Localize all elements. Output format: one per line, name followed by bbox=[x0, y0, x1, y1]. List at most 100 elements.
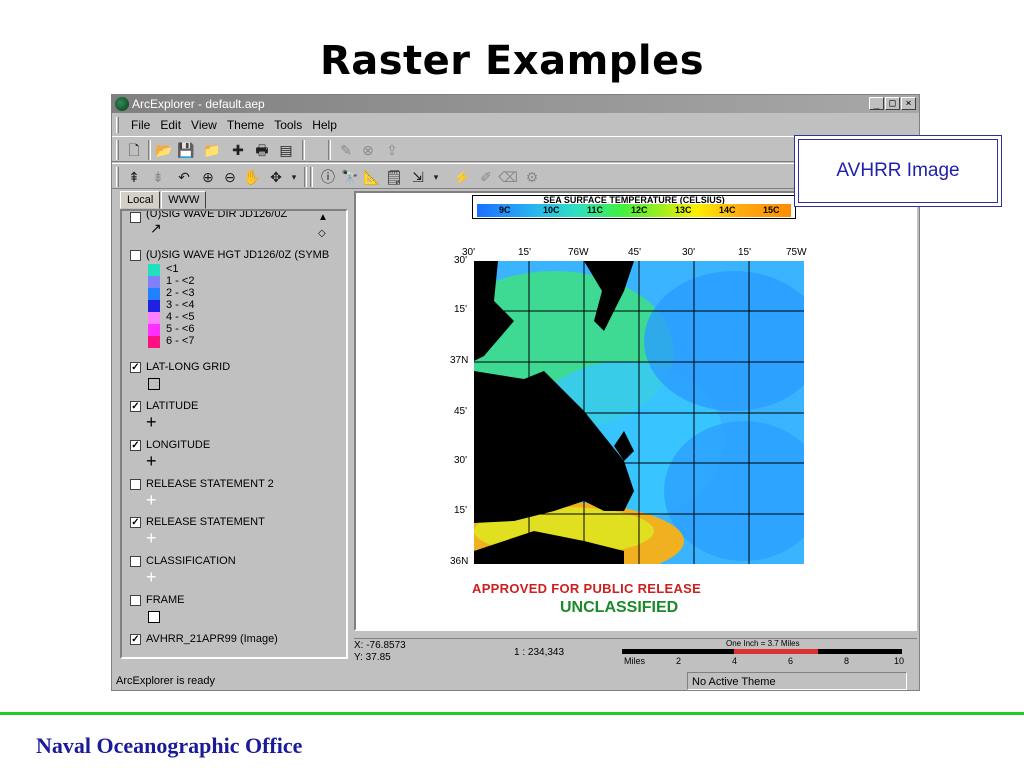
active-theme-status: No Active Theme bbox=[687, 672, 907, 690]
menu-view[interactable]: View bbox=[186, 115, 222, 135]
close-button[interactable]: × bbox=[901, 97, 916, 110]
zoom-out-icon[interactable]: ⊖ bbox=[220, 167, 240, 187]
layer-checkbox[interactable]: ✓ bbox=[130, 362, 141, 373]
measure-icon[interactable]: 📐 bbox=[362, 167, 382, 187]
class-swatch bbox=[148, 324, 160, 336]
move-icon[interactable]: ✥ bbox=[266, 167, 286, 187]
lat-label: 15' bbox=[454, 505, 468, 516]
edit-icon[interactable]: ✎ bbox=[336, 140, 356, 160]
open-project-icon[interactable]: 📁 bbox=[202, 140, 222, 160]
scale-tick: 4 bbox=[732, 656, 738, 666]
menu-file[interactable]: File bbox=[126, 115, 155, 135]
scale-ratio: 1 : 234,343 bbox=[514, 647, 565, 658]
title-bar[interactable]: ArcExplorer - default.aep _ □ × bbox=[112, 95, 919, 113]
menu-help[interactable]: Help bbox=[307, 115, 342, 135]
hotlink-icon[interactable]: ⚡ bbox=[452, 167, 472, 187]
layer-checkbox[interactable] bbox=[130, 479, 141, 490]
undo-icon[interactable]: ↶ bbox=[174, 167, 194, 187]
lon-label: 15' bbox=[518, 247, 532, 258]
lon-label: 75W bbox=[786, 247, 807, 258]
identify-icon[interactable]: ⓘ bbox=[318, 167, 338, 187]
legend-scrollbar[interactable] bbox=[330, 211, 346, 657]
layer-name: LATITUDE bbox=[146, 400, 199, 412]
lon-label: 30' bbox=[682, 247, 696, 258]
window-title: ArcExplorer - default.aep bbox=[132, 97, 265, 111]
label-icon[interactable]: ✐ bbox=[476, 167, 496, 187]
lat-label: 30' bbox=[454, 255, 468, 266]
class-label: 6 - <7 bbox=[166, 335, 195, 347]
layer-checkbox[interactable] bbox=[130, 212, 141, 223]
select-icon[interactable]: ⇲ bbox=[408, 167, 428, 187]
minimize-button[interactable]: _ bbox=[869, 97, 884, 110]
chevron-down-icon[interactable]: ▾ bbox=[284, 167, 304, 187]
plus-symbol-icon: + bbox=[146, 528, 157, 548]
lat-label: 45' bbox=[454, 406, 468, 417]
layer-checkbox[interactable] bbox=[130, 250, 141, 261]
class-label: <1 bbox=[166, 263, 179, 275]
coordinate-bar: X: -76.8573 Y: 37.85 1 : 234,343 One Inc… bbox=[354, 638, 917, 668]
menu-bar: File Edit View Theme Tools Help bbox=[112, 115, 919, 135]
menu-tools[interactable]: Tools bbox=[269, 115, 307, 135]
sst-tick: 13C bbox=[675, 205, 692, 215]
lat-label: 15' bbox=[454, 304, 468, 315]
sst-tick: 12C bbox=[631, 205, 648, 215]
menu-theme[interactable]: Theme bbox=[222, 115, 269, 135]
legend-toggle-icon[interactable]: ▤ bbox=[276, 140, 296, 160]
print-icon[interactable]: 🖶 bbox=[252, 140, 272, 160]
callout-text: AVHRR Image bbox=[836, 160, 960, 181]
properties-icon[interactable]: ⚙ bbox=[522, 167, 542, 187]
menu-edit[interactable]: Edit bbox=[155, 115, 186, 135]
query-icon[interactable]: 🗒 bbox=[384, 167, 404, 187]
add-theme-icon[interactable]: ✚ bbox=[228, 140, 248, 160]
sst-tick: 10C bbox=[543, 205, 560, 215]
class-swatch bbox=[148, 312, 160, 324]
plus-symbol-icon: + bbox=[146, 412, 157, 432]
y-coordinate: Y: 37.85 bbox=[354, 652, 391, 663]
lat-label: 36N bbox=[450, 556, 469, 567]
class-swatch bbox=[148, 288, 160, 300]
plus-symbol-icon: + bbox=[146, 451, 157, 471]
raise-layer-icon[interactable]: ⇞ bbox=[124, 167, 144, 187]
lat-label: 30' bbox=[454, 455, 468, 466]
class-label: 4 - <5 bbox=[166, 311, 195, 323]
sst-tick: 11C bbox=[587, 205, 604, 215]
sst-tick: 9C bbox=[499, 205, 511, 215]
class-swatch bbox=[148, 276, 160, 288]
save-icon[interactable]: 💾 bbox=[176, 140, 196, 160]
frame-symbol bbox=[148, 611, 160, 623]
layer-checkbox[interactable]: ✓ bbox=[130, 401, 141, 412]
remove-icon[interactable]: ⊗ bbox=[358, 140, 378, 160]
chevron-down-icon[interactable]: ▾ bbox=[426, 167, 446, 187]
export-icon[interactable]: ⇪ bbox=[382, 140, 402, 160]
layer-name: (U)SIG WAVE DIR JD126/0Z bbox=[146, 209, 288, 220]
zoom-in-icon[interactable]: ⊕ bbox=[198, 167, 218, 187]
footer-divider bbox=[0, 712, 1024, 715]
layer-name: RELEASE STATEMENT 2 bbox=[146, 478, 274, 490]
map-view[interactable]: SEA SURFACE TEMPERATURE (CELSIUS) 9C 10C… bbox=[354, 191, 917, 631]
layer-name: RELEASE STATEMENT bbox=[146, 516, 265, 528]
eraser-icon[interactable]: ⌫ bbox=[498, 167, 518, 187]
status-bar: ArcExplorer is ready No Active Theme bbox=[112, 671, 919, 691]
find-icon[interactable]: 🔭 bbox=[340, 167, 360, 187]
layer-checkbox[interactable]: ✓ bbox=[130, 517, 141, 528]
scale-tick: 8 bbox=[844, 656, 850, 666]
sst-raster bbox=[474, 261, 804, 564]
sst-tick: 14C bbox=[719, 205, 736, 215]
tab-local[interactable]: Local bbox=[120, 191, 161, 209]
layer-checkbox[interactable]: ✓ bbox=[130, 440, 141, 451]
footer-organization: Naval Oceanographic Office bbox=[36, 733, 303, 758]
layer-checkbox[interactable] bbox=[130, 595, 141, 606]
open-folder-icon[interactable]: 📂 bbox=[154, 140, 174, 160]
lower-layer-icon[interactable]: ⇟ bbox=[148, 167, 168, 187]
new-icon[interactable]: 🗋 bbox=[124, 140, 144, 160]
avhrr-image[interactable] bbox=[474, 261, 804, 564]
layer-checkbox[interactable] bbox=[130, 556, 141, 567]
pan-hand-icon[interactable]: ✋ bbox=[242, 167, 262, 187]
slide-title: Raster Examples bbox=[319, 38, 705, 84]
class-swatch bbox=[148, 336, 160, 348]
theme-legend: (U)SIG WAVE DIR JD126/0Z ↗ ▲ ◇ (U)SIG WA… bbox=[120, 209, 348, 659]
layer-checkbox[interactable]: ✓ bbox=[130, 634, 141, 645]
tab-www[interactable]: WWW bbox=[161, 191, 207, 209]
maximize-button[interactable]: □ bbox=[885, 97, 900, 110]
layer-name: LONGITUDE bbox=[146, 439, 211, 451]
